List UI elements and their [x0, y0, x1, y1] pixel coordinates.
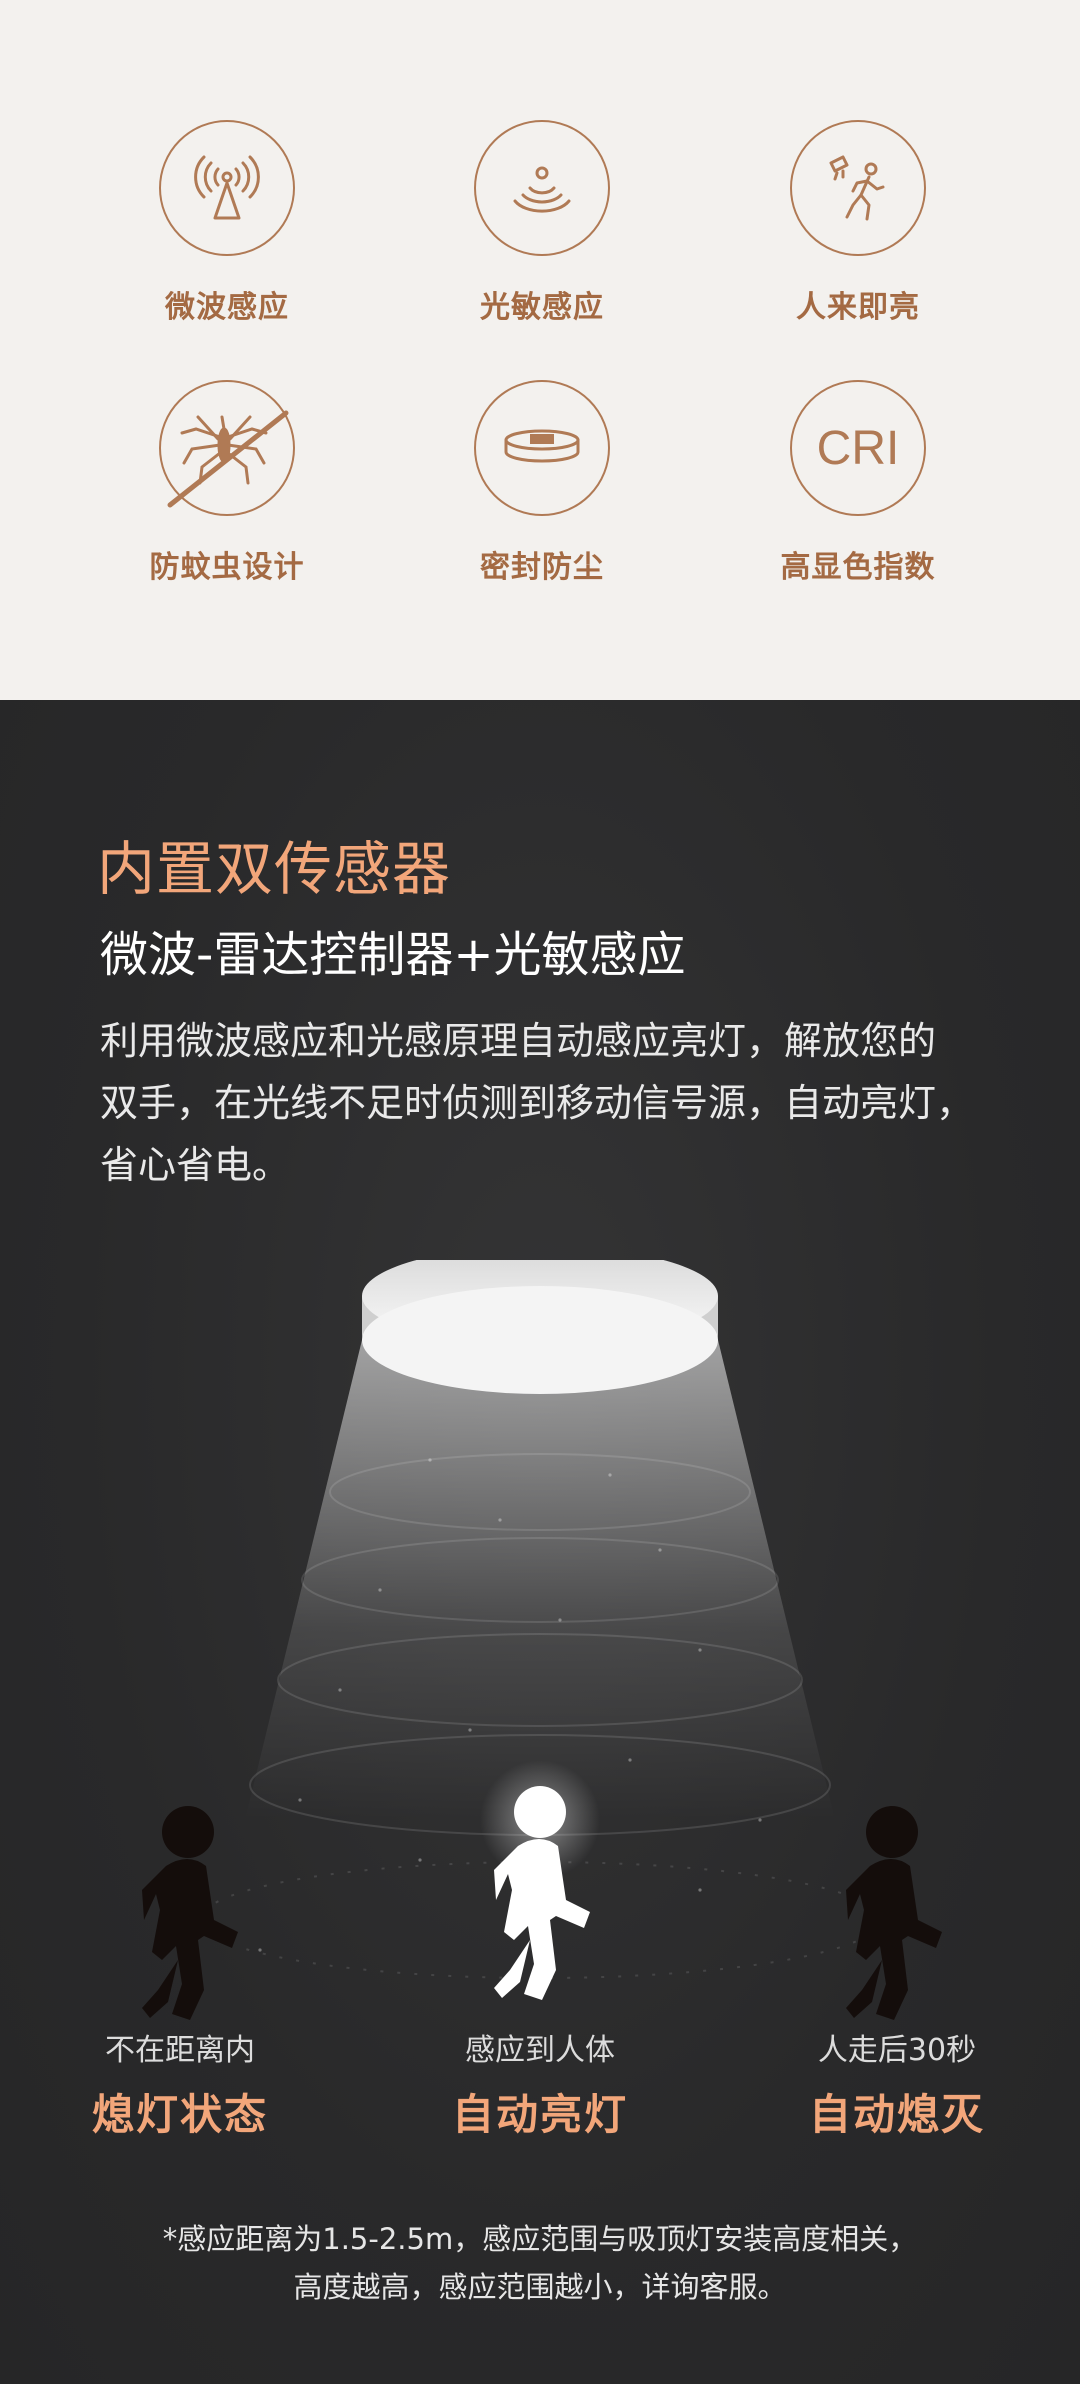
feature-mosquito: 防蚊虫设计: [77, 380, 377, 610]
feature-cri: CRI 高显色指数: [708, 380, 1008, 610]
footnote-line: 高度越高，感应范围越小，详询客服。: [293, 2270, 787, 2304]
light-beam: [245, 1340, 835, 1820]
section-subheading: 微波-雷达控制器+光敏感应: [100, 927, 686, 983]
cri-icon-text: CRI: [816, 421, 900, 475]
description-line: 利用微波感应和光感原理自动感应亮灯，解放您的: [100, 1019, 937, 1063]
ceiling-lamp: [362, 1260, 718, 1394]
feature-sealed: 密封防尘: [392, 380, 692, 610]
state-caption: 人走后30秒: [817, 2033, 977, 2068]
features-section: 微波感应 光敏感应 人来即亮 防蚊虫设计 密封防尘 CRI 高显色指数: [0, 0, 1080, 700]
feature-label: 高显色指数: [780, 550, 936, 585]
mosquito-block-icon: [159, 380, 295, 516]
feature-label: 光敏感应: [480, 290, 604, 325]
section-heading: 内置双传感器: [97, 835, 452, 903]
person-dark-right: [846, 1806, 942, 2020]
feature-label: 防蚊虫设计: [149, 550, 305, 585]
footnote-line: *感应距离为1.5-2.5m，感应范围与吸顶灯安装高度相关，: [162, 2222, 918, 2256]
light-sensor-icon: [474, 120, 610, 256]
cri-icon: CRI: [790, 380, 926, 516]
sealed-dustproof-icon: [474, 380, 610, 516]
feature-label: 密封防尘: [480, 550, 604, 585]
section-description: 利用微波感应和光感原理自动感应亮灯，解放您的 双手，在光线不足时侦测到移动信号源…: [100, 1010, 1000, 1196]
description-line: 双手，在光线不足时侦测到移动信号源，自动亮灯，: [100, 1081, 975, 1125]
person-lit-center: [480, 1760, 600, 2000]
feature-label: 人来即亮: [796, 290, 920, 325]
footnote: *感应距离为1.5-2.5m，感应范围与吸顶灯安装高度相关， 高度越高，感应范围…: [90, 2215, 990, 2311]
person-dark-left: [142, 1806, 238, 2020]
microwave-sensor-icon: [159, 120, 295, 256]
lamp-illustration: [142, 1260, 942, 2020]
state-caption: 不在距离内: [105, 2033, 255, 2068]
state-on: 感应到人体 自动亮灯: [390, 2025, 690, 2142]
state-title: 自动熄灭: [808, 2090, 985, 2139]
feature-microwave: 微波感应: [77, 120, 377, 350]
sensor-section: 内置双传感器 微波-雷达控制器+光敏感应 利用微波感应和光感原理自动感应亮灯，解…: [0, 700, 1080, 2384]
state-title: 熄灯状态: [91, 2090, 268, 2139]
description-line: 省心省电。: [100, 1143, 291, 1187]
state-auto-off: 人走后30秒 自动熄灭: [747, 2025, 1047, 2142]
state-off: 不在距离内 熄灯状态: [30, 2025, 330, 2142]
state-caption: 感应到人体: [465, 2033, 615, 2068]
feature-person-light: 人来即亮: [708, 120, 1008, 350]
feature-light-sensor: 光敏感应: [392, 120, 692, 350]
state-title: 自动亮灯: [451, 2090, 628, 2139]
feature-label: 微波感应: [165, 290, 289, 325]
person-light-icon: [790, 120, 926, 256]
